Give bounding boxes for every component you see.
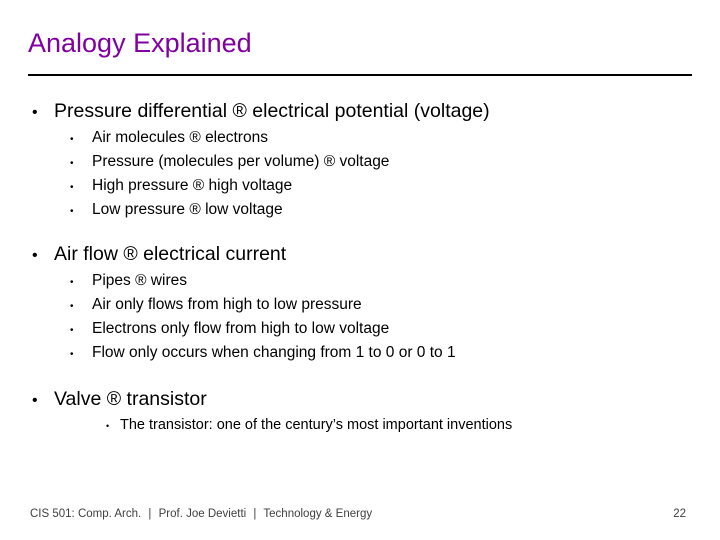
bullet-level3-text: The transistor: one of the century’s mos… — [120, 417, 513, 433]
bullet-level1-text: Pressure differential ® electrical poten… — [54, 100, 490, 122]
bullet-level2: • Pressure (molecules per volume) ® volt… — [28, 153, 696, 171]
bullet-level2-text: Pipes ® wires — [92, 272, 187, 289]
bullet-group-3: • Valve ® transistor • The transistor: o… — [28, 388, 696, 433]
page-number: 22 — [673, 508, 686, 520]
bullet-level2: • Air molecules ® electrons — [28, 129, 696, 147]
bullet-level2-text: Air molecules ® electrons — [92, 129, 268, 146]
bullet-level1: • Valve ® transistor — [28, 388, 696, 411]
slide-body: • Pressure differential ® electrical pot… — [28, 90, 696, 437]
bullet-level2: • Electrons only flow from high to low v… — [28, 320, 696, 338]
bullet-marker-icon: • — [70, 325, 74, 336]
bullet-marker-icon: • — [70, 277, 74, 288]
footer-course: CIS 501: Comp. Arch. — [30, 508, 142, 520]
bullet-marker-icon: • — [32, 247, 38, 264]
footer-topic: Technology & Energy — [263, 508, 373, 520]
bullet-level2: • Air only flows from high to low pressu… — [28, 296, 696, 314]
bullet-group-1: • Pressure differential ® electrical pot… — [28, 100, 696, 219]
bullet-level2: • High pressure ® high voltage — [28, 177, 696, 195]
bullet-level1: • Pressure differential ® electrical pot… — [28, 100, 696, 123]
bullet-level2: • Low pressure ® low voltage — [28, 201, 696, 219]
bullet-level1-text: Air flow ® electrical current — [54, 243, 287, 265]
bullet-marker-icon: • — [70, 301, 74, 312]
bullet-level2-text: Pressure (molecules per volume) ® voltag… — [92, 153, 390, 170]
slide: Analogy Explained • Pressure differentia… — [0, 0, 720, 540]
slide-footer: CIS 501: Comp. Arch. | Prof. Joe Deviett… — [30, 508, 372, 520]
title-divider — [28, 74, 692, 76]
bullet-marker-icon: • — [70, 134, 74, 145]
page-title: Analogy Explained — [28, 28, 252, 58]
bullet-level2-text: Air only flows from high to low pressure — [92, 296, 362, 313]
bullet-marker-icon: • — [70, 158, 74, 169]
footer-separator: | — [253, 508, 257, 520]
bullet-marker-icon: • — [70, 206, 74, 217]
bullet-level1: • Air flow ® electrical current — [28, 243, 696, 266]
bullet-marker-icon: • — [32, 104, 38, 121]
footer-instructor: Prof. Joe Devietti — [158, 508, 247, 520]
bullet-level2: • Pipes ® wires — [28, 272, 696, 290]
footer-separator: | — [148, 508, 152, 520]
bullet-level2-text: High pressure ® high voltage — [92, 177, 293, 194]
bullet-marker-icon: • — [70, 349, 74, 360]
bullet-marker-icon: • — [32, 392, 38, 409]
bullet-level3: • The transistor: one of the century’s m… — [28, 417, 696, 433]
bullet-marker-icon: • — [70, 182, 74, 193]
bullet-level2-text: Electrons only flow from high to low vol… — [92, 320, 390, 337]
bullet-level2-text: Low pressure ® low voltage — [92, 201, 283, 218]
bullet-level2-text: Flow only occurs when changing from 1 to… — [92, 344, 456, 361]
bullet-level2: • Flow only occurs when changing from 1 … — [28, 344, 696, 362]
bullet-level1-text: Valve ® transistor — [54, 388, 207, 410]
bullet-group-2: • Air flow ® electrical current • Pipes … — [28, 243, 696, 362]
bullet-marker-icon: • — [106, 421, 110, 431]
